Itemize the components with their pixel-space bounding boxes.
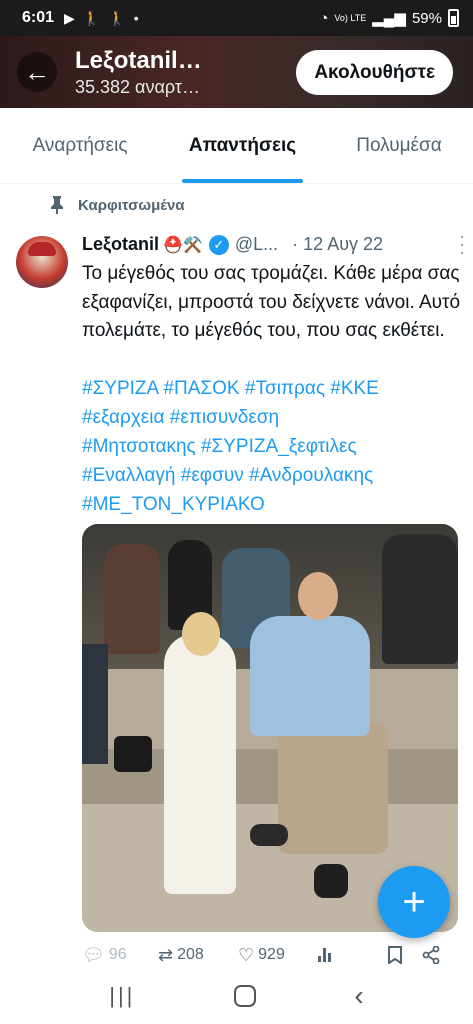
- pinned-label: Καρφιτσωμένα: [78, 196, 185, 214]
- status-bar: 6:01 ▶ 🚶 🚶 • ◔ Vo) LTE ▂▄▆ 59%: [0, 0, 473, 36]
- recent-apps-icon[interactable]: |||: [109, 983, 135, 1009]
- reply-count: 96: [108, 946, 127, 963]
- tweet-date[interactable]: · 12 Αυγ 22: [292, 234, 383, 255]
- status-time: 6:01: [22, 9, 55, 26]
- heart-icon: ♡: [238, 944, 255, 965]
- youtube-icon: ▶: [64, 9, 75, 26]
- retweet-button[interactable]: ⇄ 208: [158, 945, 238, 966]
- walking-icon-2: 🚶: [108, 9, 126, 26]
- tweet-handle[interactable]: @L...: [235, 234, 278, 255]
- walking-icon: 🚶: [82, 9, 101, 26]
- signal-icon: ▂▄▆: [372, 10, 406, 27]
- avatar[interactable]: [16, 236, 68, 288]
- battery-level: 59%: [411, 9, 442, 27]
- battery-icon: [448, 9, 459, 27]
- system-nav-bar: ||| ‹: [0, 968, 473, 1024]
- profile-name: Leξotanil…: [75, 46, 202, 74]
- active-tab-indicator: [182, 179, 303, 183]
- hashtag-line[interactable]: #Εναλλαγή #εφσυν #Ανδρουλακης: [82, 461, 462, 490]
- share-icon: [422, 946, 440, 964]
- bookmark-icon: [388, 946, 402, 964]
- hashtag-line[interactable]: #ΜΕ_ΤΟΝ_ΚΥΡΙΑΚΟ: [82, 490, 462, 519]
- verified-icon: ✓: [208, 234, 229, 255]
- share-button[interactable]: [422, 946, 440, 964]
- profile-tabs: Αναρτήσεις Απαντήσεις Πολυμέσα: [0, 108, 473, 184]
- back-chevron-icon[interactable]: ‹: [354, 980, 363, 1012]
- tab-media[interactable]: Πολυμέσα: [325, 108, 473, 183]
- wifi-icon: ◔: [319, 9, 329, 27]
- follow-button[interactable]: Ακολουθήστε: [296, 50, 453, 95]
- views-icon: [318, 948, 331, 962]
- pin-icon: [51, 196, 63, 214]
- like-button[interactable]: ♡ 929: [238, 945, 318, 966]
- tab-replies[interactable]: Απαντήσεις: [160, 108, 325, 183]
- retweet-icon: ⇄: [158, 944, 174, 965]
- home-icon[interactable]: [233, 985, 256, 1007]
- dot-icon: •: [133, 10, 139, 26]
- tweet-text: Το μέγεθός του σας τρομάζει. Κάθε μέρα σ…: [82, 263, 461, 342]
- tweet-author-name[interactable]: Leξotanil: [82, 234, 159, 255]
- profile-header: ← Leξotanil… 35.382 αναρτ… Ακολουθήστε: [0, 36, 473, 108]
- compose-button[interactable]: +: [378, 866, 450, 938]
- tab-posts[interactable]: Αναρτήσεις: [0, 108, 160, 183]
- arrow-left-icon: ←: [24, 56, 50, 87]
- views-button[interactable]: [318, 948, 388, 962]
- more-vertical-icon[interactable]: · · ·: [456, 227, 468, 261]
- tweet-header: Leξotanil ⛑️⚒️ ✓ @L... · 12 Αυγ 22 · · ·: [82, 227, 465, 261]
- name-emoji: ⛑️⚒️: [163, 236, 203, 254]
- reply-button[interactable]: 💬︎ 96: [82, 945, 158, 966]
- plus-icon: +: [402, 879, 426, 924]
- reply-icon: 💬︎: [82, 944, 105, 965]
- back-button[interactable]: ←: [17, 52, 57, 92]
- hashtag-line[interactable]: #εξαρχεια #επισυνδεση: [82, 403, 462, 432]
- like-count: 929: [258, 946, 285, 963]
- post-count: 35.382 αναρτ…: [75, 76, 200, 97]
- tweet-hashtags: #ΣΥΡΙΖΑ #ΠΑΣΟΚ #Τσιπρας #ΚΚΕ #εξαρχεια #…: [82, 374, 462, 519]
- tweet-actions: 💬︎ 96 ⇄ 208 ♡ 929: [82, 942, 452, 968]
- hashtag-line[interactable]: #ΣΥΡΙΖΑ #ΠΑΣΟΚ #Τσιπρας #ΚΚΕ: [82, 374, 462, 403]
- hashtag-line[interactable]: #Μητσοτακης #ΣΥΡΙΖΑ_ξεφτιλες: [82, 432, 462, 461]
- pinned-indicator: Καρφιτσωμένα: [50, 196, 185, 214]
- bookmark-button[interactable]: [388, 946, 422, 964]
- retweet-count: 208: [177, 946, 204, 963]
- network-label: Vo) LTE: [334, 13, 367, 23]
